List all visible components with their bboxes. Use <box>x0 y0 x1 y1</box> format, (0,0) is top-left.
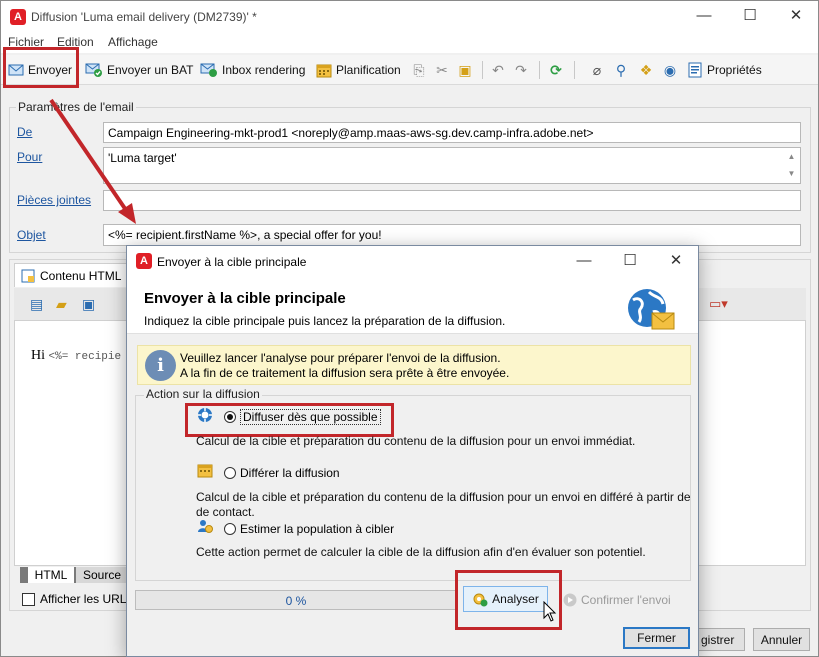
option-estimate[interactable]: Estimer la population à cibler <box>224 522 394 536</box>
arrow-line <box>49 98 130 215</box>
close-dialog-button[interactable]: Fermer <box>623 627 690 649</box>
adobe-logo-icon: A <box>136 253 152 269</box>
analyze-icon <box>473 593 488 607</box>
dialog-title: Envoyer à la cible principale <box>157 255 307 269</box>
info-banner: i Veuillez lancer l'analyse pour prépare… <box>137 345 691 385</box>
send-asap-radio[interactable] <box>224 411 236 423</box>
info-icon: i <box>145 350 176 381</box>
option-defer[interactable]: Différer la diffusion <box>224 466 340 480</box>
confirm-send-button[interactable]: Confirmer l'envoi <box>563 593 671 607</box>
dialog-close-button[interactable]: ✕ <box>653 246 699 276</box>
dialog-maximize-button[interactable]: ☐ <box>607 246 653 276</box>
defer-description-line-2: de contact. <box>196 505 255 519</box>
estimate-radio[interactable] <box>224 523 236 535</box>
confirm-send-label: Confirmer l'envoi <box>581 593 671 607</box>
info-line-1: Veuillez lancer l'analyse pour préparer … <box>180 351 501 365</box>
calendar-icon <box>197 464 213 478</box>
dialog-header-title: Envoyer à la cible principale <box>144 290 346 307</box>
arrow-head <box>118 203 136 224</box>
send-now-icon <box>198 408 212 422</box>
estimate-label: Estimer la population à cibler <box>240 522 395 536</box>
send-asap-label: Diffuser dès que possible <box>240 409 381 425</box>
progress-bar: 0 % <box>135 590 457 610</box>
dialog-minimize-button[interactable]: — <box>561 246 607 276</box>
defer-radio[interactable] <box>224 467 236 479</box>
defer-label: Différer la diffusion <box>240 466 340 480</box>
analyze-button[interactable]: Analyser <box>463 586 548 612</box>
estimate-description: Cette action permet de calculer la cible… <box>196 545 646 559</box>
action-group-legend: Action sur la diffusion <box>144 387 262 401</box>
progress-text: 0 % <box>285 594 307 608</box>
dialog-header: Envoyer à la cible principale Indiquez l… <box>127 276 698 334</box>
analyze-label: Analyser <box>492 592 539 606</box>
globe-mail-icon <box>628 289 675 330</box>
population-icon <box>198 520 213 533</box>
send-dialog: A Envoyer à la cible principale — ☐ ✕ En… <box>126 245 699 657</box>
info-line-2: A la fin de ce traitement la diffusion s… <box>180 366 510 380</box>
send-asap-description: Calcul de la cible et préparation du con… <box>196 434 636 448</box>
mouse-cursor-icon <box>543 601 557 622</box>
dialog-title-bar: A Envoyer à la cible principale — ☐ ✕ <box>127 246 698 276</box>
defer-description-line-1: Calcul de la cible et préparation du con… <box>196 490 691 504</box>
dialog-header-subtitle: Indiquez la cible principale puis lancez… <box>144 314 506 328</box>
option-send-asap[interactable]: Diffuser dès que possible <box>224 409 381 425</box>
action-group: Action sur la diffusion Diffuser dès que… <box>135 387 691 581</box>
play-disabled-icon <box>563 593 577 607</box>
